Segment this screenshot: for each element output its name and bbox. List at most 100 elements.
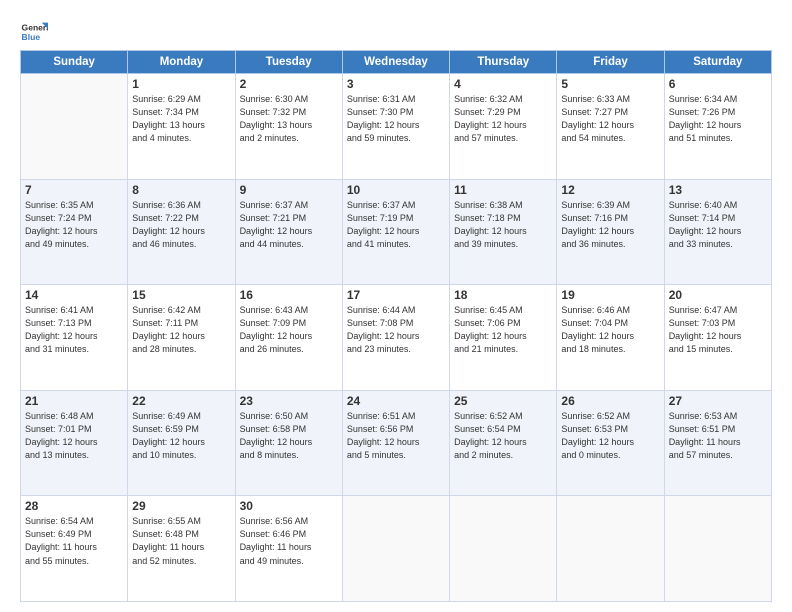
weekday-header-friday: Friday <box>557 51 664 74</box>
day-number: 6 <box>669 77 767 91</box>
calendar-day-cell: 7 Sunrise: 6:35 AM Sunset: 7:24 PM Daylig… <box>21 179 128 285</box>
calendar-day-cell: 4 Sunrise: 6:32 AM Sunset: 7:29 PM Daylig… <box>450 74 557 180</box>
day-number: 19 <box>561 288 659 302</box>
day-info: Sunrise: 6:54 AM Sunset: 6:49 PM Dayligh… <box>25 515 123 567</box>
day-info: Sunrise: 6:44 AM Sunset: 7:08 PM Dayligh… <box>347 304 445 356</box>
calendar-day-cell: 17Sunrise: 6:44 AM Sunset: 7:08 PM Dayli… <box>342 285 449 391</box>
day-info: Sunrise: 6:42 AM Sunset: 7:11 PM Dayligh… <box>132 304 230 356</box>
calendar-day-cell: 26 Sunrise: 6:52 AM Sunset: 6:53 PM Dayli… <box>557 390 664 496</box>
day-number: 12 <box>561 183 659 197</box>
day-number: 3 <box>347 77 445 91</box>
calendar-day-cell: 28 Sunrise: 6:54 AM Sunset: 6:49 PM Dayli… <box>21 496 128 602</box>
day-number: 11 <box>454 183 552 197</box>
calendar-day-cell: 1 Sunrise: 6:29 AM Sunset: 7:34 PM Daylig… <box>128 74 235 180</box>
day-number: 1 <box>132 77 230 91</box>
calendar-day-cell: 27Sunrise: 6:53 AM Sunset: 6:51 PM Dayli… <box>664 390 771 496</box>
weekday-header-saturday: Saturday <box>664 51 771 74</box>
day-number: 5 <box>561 77 659 91</box>
svg-text:Blue: Blue <box>22 32 41 42</box>
weekday-header-wednesday: Wednesday <box>342 51 449 74</box>
calendar-day-cell: 19 Sunrise: 6:46 AM Sunset: 7:04 PM Dayli… <box>557 285 664 391</box>
day-number: 20 <box>669 288 767 302</box>
day-number: 7 <box>25 183 123 197</box>
day-number: 18 <box>454 288 552 302</box>
day-info: Sunrise: 6:33 AM Sunset: 7:27 PM Dayligh… <box>561 93 659 145</box>
calendar-day-cell: 12 Sunrise: 6:39 AM Sunset: 7:16 PM Dayli… <box>557 179 664 285</box>
calendar-day-cell: 6Sunrise: 6:34 AM Sunset: 7:26 PM Daylig… <box>664 74 771 180</box>
weekday-header-monday: Monday <box>128 51 235 74</box>
day-info: Sunrise: 6:39 AM Sunset: 7:16 PM Dayligh… <box>561 199 659 251</box>
day-number: 16 <box>240 288 338 302</box>
day-number: 10 <box>347 183 445 197</box>
day-number: 13 <box>669 183 767 197</box>
day-info: Sunrise: 6:36 AM Sunset: 7:22 PM Dayligh… <box>132 199 230 251</box>
day-info: Sunrise: 6:49 AM Sunset: 6:59 PM Dayligh… <box>132 410 230 462</box>
calendar-day-cell: 29 Sunrise: 6:55 AM Sunset: 6:48 PM Dayli… <box>128 496 235 602</box>
day-info: Sunrise: 6:37 AM Sunset: 7:19 PM Dayligh… <box>347 199 445 251</box>
calendar-day-cell: 30Sunrise: 6:56 AM Sunset: 6:46 PM Dayli… <box>235 496 342 602</box>
day-info: Sunrise: 6:55 AM Sunset: 6:48 PM Dayligh… <box>132 515 230 567</box>
day-info: Sunrise: 6:32 AM Sunset: 7:29 PM Dayligh… <box>454 93 552 145</box>
day-info: Sunrise: 6:46 AM Sunset: 7:04 PM Dayligh… <box>561 304 659 356</box>
day-info: Sunrise: 6:52 AM Sunset: 6:54 PM Dayligh… <box>454 410 552 462</box>
calendar-day-cell: 24Sunrise: 6:51 AM Sunset: 6:56 PM Dayli… <box>342 390 449 496</box>
day-number: 22 <box>132 394 230 408</box>
day-info: Sunrise: 6:50 AM Sunset: 6:58 PM Dayligh… <box>240 410 338 462</box>
calendar-day-cell <box>450 496 557 602</box>
day-number: 14 <box>25 288 123 302</box>
day-info: Sunrise: 6:43 AM Sunset: 7:09 PM Dayligh… <box>240 304 338 356</box>
calendar-day-cell: 25 Sunrise: 6:52 AM Sunset: 6:54 PM Dayli… <box>450 390 557 496</box>
day-number: 26 <box>561 394 659 408</box>
calendar-day-cell: 13 Sunrise: 6:40 AM Sunset: 7:14 PM Dayli… <box>664 179 771 285</box>
calendar-day-cell <box>21 74 128 180</box>
calendar-day-cell: 9 Sunrise: 6:37 AM Sunset: 7:21 PM Daylig… <box>235 179 342 285</box>
day-info: Sunrise: 6:37 AM Sunset: 7:21 PM Dayligh… <box>240 199 338 251</box>
day-number: 15 <box>132 288 230 302</box>
day-number: 4 <box>454 77 552 91</box>
calendar-day-cell: 5 Sunrise: 6:33 AM Sunset: 7:27 PM Daylig… <box>557 74 664 180</box>
weekday-header-tuesday: Tuesday <box>235 51 342 74</box>
weekday-header-sunday: Sunday <box>21 51 128 74</box>
calendar-day-cell <box>342 496 449 602</box>
day-number: 28 <box>25 499 123 513</box>
day-info: Sunrise: 6:29 AM Sunset: 7:34 PM Dayligh… <box>132 93 230 145</box>
calendar-day-cell: 10 Sunrise: 6:37 AM Sunset: 7:19 PM Dayli… <box>342 179 449 285</box>
day-info: Sunrise: 6:51 AM Sunset: 6:56 PM Dayligh… <box>347 410 445 462</box>
calendar-week-row: 28 Sunrise: 6:54 AM Sunset: 6:49 PM Dayli… <box>21 496 772 602</box>
calendar-day-cell: 14 Sunrise: 6:41 AM Sunset: 7:13 PM Dayli… <box>21 285 128 391</box>
calendar-day-cell: 20Sunrise: 6:47 AM Sunset: 7:03 PM Dayli… <box>664 285 771 391</box>
calendar-week-row: 14 Sunrise: 6:41 AM Sunset: 7:13 PM Dayli… <box>21 285 772 391</box>
day-info: Sunrise: 6:38 AM Sunset: 7:18 PM Dayligh… <box>454 199 552 251</box>
day-info: Sunrise: 6:35 AM Sunset: 7:24 PM Dayligh… <box>25 199 123 251</box>
calendar-day-cell: 2 Sunrise: 6:30 AM Sunset: 7:32 PM Daylig… <box>235 74 342 180</box>
day-number: 29 <box>132 499 230 513</box>
day-info: Sunrise: 6:56 AM Sunset: 6:46 PM Dayligh… <box>240 515 338 567</box>
calendar-day-cell: 8 Sunrise: 6:36 AM Sunset: 7:22 PM Daylig… <box>128 179 235 285</box>
calendar-day-cell: 3 Sunrise: 6:31 AM Sunset: 7:30 PM Daylig… <box>342 74 449 180</box>
day-info: Sunrise: 6:53 AM Sunset: 6:51 PM Dayligh… <box>669 410 767 462</box>
day-number: 21 <box>25 394 123 408</box>
day-info: Sunrise: 6:41 AM Sunset: 7:13 PM Dayligh… <box>25 304 123 356</box>
day-number: 25 <box>454 394 552 408</box>
day-number: 8 <box>132 183 230 197</box>
calendar-week-row: 21Sunrise: 6:48 AM Sunset: 7:01 PM Dayli… <box>21 390 772 496</box>
calendar-day-cell: 11 Sunrise: 6:38 AM Sunset: 7:18 PM Dayli… <box>450 179 557 285</box>
calendar-day-cell <box>664 496 771 602</box>
day-info: Sunrise: 6:52 AM Sunset: 6:53 PM Dayligh… <box>561 410 659 462</box>
day-info: Sunrise: 6:31 AM Sunset: 7:30 PM Dayligh… <box>347 93 445 145</box>
day-info: Sunrise: 6:45 AM Sunset: 7:06 PM Dayligh… <box>454 304 552 356</box>
day-info: Sunrise: 6:40 AM Sunset: 7:14 PM Dayligh… <box>669 199 767 251</box>
day-number: 9 <box>240 183 338 197</box>
logo: General Blue <box>20 18 48 46</box>
calendar-day-cell: 16 Sunrise: 6:43 AM Sunset: 7:09 PM Dayli… <box>235 285 342 391</box>
calendar-day-cell: 22 Sunrise: 6:49 AM Sunset: 6:59 PM Dayli… <box>128 390 235 496</box>
day-info: Sunrise: 6:30 AM Sunset: 7:32 PM Dayligh… <box>240 93 338 145</box>
calendar-day-cell <box>557 496 664 602</box>
weekday-header-row: SundayMondayTuesdayWednesdayThursdayFrid… <box>21 51 772 74</box>
day-number: 23 <box>240 394 338 408</box>
calendar-day-cell: 23 Sunrise: 6:50 AM Sunset: 6:58 PM Dayli… <box>235 390 342 496</box>
calendar-day-cell: 15 Sunrise: 6:42 AM Sunset: 7:11 PM Dayli… <box>128 285 235 391</box>
day-number: 2 <box>240 77 338 91</box>
calendar-day-cell: 21Sunrise: 6:48 AM Sunset: 7:01 PM Dayli… <box>21 390 128 496</box>
calendar-week-row: 7 Sunrise: 6:35 AM Sunset: 7:24 PM Daylig… <box>21 179 772 285</box>
